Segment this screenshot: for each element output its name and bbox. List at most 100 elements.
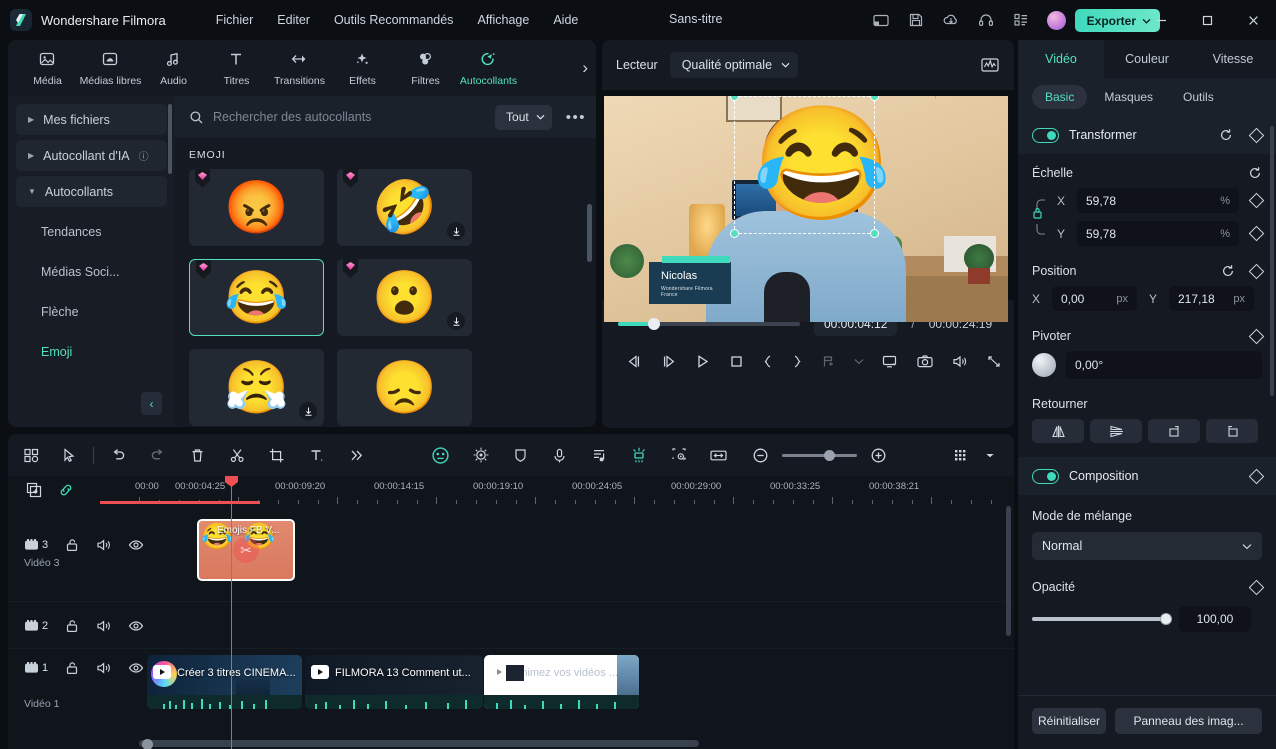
mark-in-icon[interactable] xyxy=(762,352,774,371)
scale-reset-icon[interactable] xyxy=(1248,166,1262,180)
track-1-lock-icon[interactable] xyxy=(65,661,79,675)
next-frame-icon[interactable] xyxy=(660,352,677,371)
volume-icon[interactable] xyxy=(951,352,969,371)
snapshot-icon[interactable] xyxy=(916,352,934,371)
timeline-clip-sticker[interactable]: 😂 😂 Emojis FB V... ✂ xyxy=(197,519,295,581)
add-marker-icon[interactable] xyxy=(820,352,837,371)
text-icon[interactable] xyxy=(307,445,327,465)
tab-autocollants[interactable]: Autocollants xyxy=(457,42,520,94)
layout-icon[interactable] xyxy=(872,11,890,29)
tab-audio[interactable]: Audio xyxy=(142,42,205,94)
opacity-keyframe-icon[interactable] xyxy=(1248,579,1265,595)
sticker-grid-scrollbar[interactable] xyxy=(587,204,592,262)
download-icon[interactable] xyxy=(447,222,465,240)
menu-outils-recommandes[interactable]: Outils Recommandés xyxy=(334,13,454,27)
flip-vertical-icon[interactable] xyxy=(1090,419,1142,443)
composition-toggle[interactable] xyxy=(1032,468,1059,484)
prev-frame-icon[interactable] xyxy=(626,352,643,371)
subtab-masques[interactable]: Masques xyxy=(1091,85,1166,109)
nav-item-fleche[interactable]: Flèche xyxy=(8,292,175,332)
tab-video[interactable]: Vidéo xyxy=(1018,40,1104,78)
composition-keyframe-icon[interactable] xyxy=(1248,468,1265,484)
position-y-input[interactable]: 217,18 px xyxy=(1169,286,1254,311)
screen-icon[interactable] xyxy=(881,352,899,371)
rotate-input[interactable]: 0,00° xyxy=(1066,351,1262,379)
zoom-out-icon[interactable] xyxy=(750,445,770,465)
tab-vitesse[interactable]: Vitesse xyxy=(1190,40,1276,78)
help-icon[interactable]: ⓘ xyxy=(139,148,149,163)
green-screen-icon[interactable] xyxy=(629,445,649,465)
selection-bounding-box[interactable] xyxy=(730,96,936,238)
add-track-icon[interactable] xyxy=(26,482,42,498)
scale-y-keyframe-icon[interactable] xyxy=(1248,225,1265,242)
transformer-toggle[interactable] xyxy=(1032,127,1059,143)
track-3-visibility-icon[interactable] xyxy=(128,538,144,552)
subtab-outils[interactable]: Outils xyxy=(1170,85,1227,109)
rotate-dial[interactable] xyxy=(1032,353,1056,377)
tab-titres[interactable]: Titres xyxy=(205,42,268,94)
track-1-visibility-icon[interactable] xyxy=(128,661,144,675)
timeline-ruler[interactable]: 00:00 00:00:04:25 00:00:09:20 00:00:14:1… xyxy=(100,476,1014,504)
motion-track-icon[interactable] xyxy=(669,445,689,465)
microphone-icon[interactable] xyxy=(550,445,570,465)
tab-filtres[interactable]: Filtres xyxy=(394,42,457,94)
timeline-zoom-slider[interactable] xyxy=(782,449,857,461)
stop-icon[interactable] xyxy=(728,352,745,371)
scale-x-keyframe-icon[interactable] xyxy=(1248,192,1265,209)
apps-grid-icon[interactable] xyxy=(1012,11,1030,29)
cloud-upload-icon[interactable] xyxy=(942,11,960,29)
more-options-icon[interactable]: ••• xyxy=(561,109,586,126)
image-panel-button[interactable]: Panneau des imag... xyxy=(1115,708,1262,734)
track-2-lock-icon[interactable] xyxy=(65,619,79,633)
emoji-mask-icon[interactable] xyxy=(431,445,451,465)
opacity-slider-knob[interactable] xyxy=(1160,613,1172,625)
search-input[interactable] xyxy=(213,110,487,124)
download-icon[interactable] xyxy=(447,312,465,330)
track-2-mute-icon[interactable] xyxy=(96,619,111,633)
nav-group-mes-fichiers[interactable]: ▶ Mes fichiers xyxy=(16,104,167,135)
subtab-basic[interactable]: Basic xyxy=(1032,85,1088,109)
scale-y-input[interactable]: 59,78 % xyxy=(1077,221,1239,246)
position-reset-icon[interactable] xyxy=(1221,264,1235,278)
selection-tool-icon[interactable] xyxy=(60,445,80,465)
download-icon[interactable] xyxy=(299,402,317,420)
sticker-item[interactable]: 😡 xyxy=(189,169,324,246)
save-icon[interactable] xyxy=(907,11,925,29)
crop-icon[interactable] xyxy=(267,445,287,465)
blend-mode-select[interactable]: Normal xyxy=(1032,532,1262,560)
grid-view-icon[interactable] xyxy=(22,445,42,465)
nav-item-medias-sociaux[interactable]: Médias Soci... xyxy=(8,252,175,292)
flip-horizontal-icon[interactable] xyxy=(1032,419,1084,443)
reset-button[interactable]: Réinitialiser xyxy=(1032,708,1106,734)
menu-editer[interactable]: Editer xyxy=(277,13,310,27)
sticker-item[interactable]: 🤣 xyxy=(337,169,472,246)
tab-media[interactable]: Média xyxy=(16,42,79,94)
scale-link-lock-icon[interactable] xyxy=(1032,197,1050,237)
handle-bottom-left[interactable] xyxy=(730,229,739,238)
scrubber-knob[interactable] xyxy=(648,318,660,330)
sticker-item[interactable]: 😮 xyxy=(337,259,472,336)
minimize-icon[interactable] xyxy=(1138,0,1184,40)
opacity-input[interactable]: 100,00 xyxy=(1179,606,1251,632)
sticker-item[interactable]: 😞 xyxy=(337,349,472,426)
more-tools-icon[interactable] xyxy=(346,445,366,465)
undo-icon[interactable] xyxy=(108,445,128,465)
color-match-icon[interactable] xyxy=(471,445,491,465)
shield-icon[interactable] xyxy=(510,445,530,465)
audio-stretch-icon[interactable] xyxy=(590,445,610,465)
redo-icon[interactable] xyxy=(148,445,168,465)
sticker-item-selected[interactable]: 😂 xyxy=(189,259,324,336)
transformer-reset-icon[interactable] xyxy=(1219,128,1233,142)
menu-fichier[interactable]: Fichier xyxy=(216,13,254,27)
playback-scrubber[interactable] xyxy=(618,318,800,330)
menu-affichage[interactable]: Affichage xyxy=(477,13,529,27)
quality-dropdown[interactable]: Qualité optimale xyxy=(669,52,799,78)
nav-item-emoji[interactable]: Emoji xyxy=(8,332,175,372)
rotate-left-icon[interactable] xyxy=(1206,419,1258,443)
timeline-clip-video[interactable]: Créer 3 titres CINEMA... xyxy=(147,655,302,709)
position-keyframe-icon[interactable] xyxy=(1248,263,1265,279)
scale-x-input[interactable]: 59,78 % xyxy=(1077,188,1239,213)
nav-group-autocollants[interactable]: ▼ Autocollants xyxy=(16,176,167,207)
fit-icon[interactable] xyxy=(709,445,729,465)
opacity-slider[interactable] xyxy=(1032,613,1172,625)
